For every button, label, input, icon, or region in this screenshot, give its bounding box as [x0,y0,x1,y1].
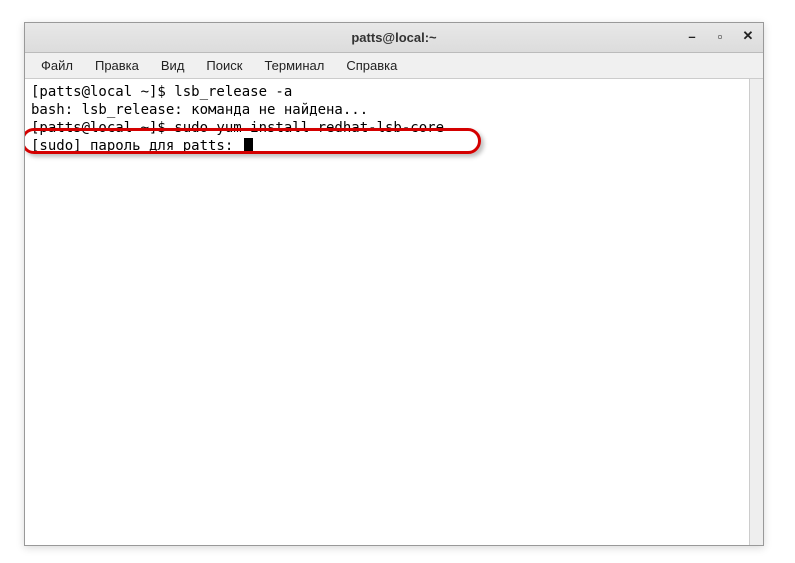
maximize-button[interactable]: ▫ [713,29,727,43]
terminal-line: bash: lsb_release: команда не найдена... [31,101,757,119]
menu-search[interactable]: Поиск [196,55,252,76]
menu-help[interactable]: Справка [336,55,407,76]
close-button[interactable]: ✕ [741,29,755,43]
minimize-button[interactable]: – [685,29,699,43]
terminal-window: patts@local:~ – ▫ ✕ Файл Правка Вид Поис… [24,22,764,546]
titlebar: patts@local:~ – ▫ ✕ [25,23,763,53]
scrollbar[interactable] [749,79,763,545]
terminal-output[interactable]: [patts@local ~]$ lsb_release -a bash: ls… [25,79,763,545]
menu-terminal[interactable]: Терминал [254,55,334,76]
menu-file[interactable]: Файл [31,55,83,76]
terminal-line: [patts@local ~]$ sudo yum install redhat… [31,119,757,137]
menu-edit[interactable]: Правка [85,55,149,76]
terminal-line: [patts@local ~]$ lsb_release -a [31,83,757,101]
menubar: Файл Правка Вид Поиск Терминал Справка [25,53,763,79]
menu-view[interactable]: Вид [151,55,195,76]
cursor-icon [244,138,253,154]
terminal-line: [sudo] пароль для patts: [31,137,757,155]
window-title: patts@local:~ [351,30,436,45]
window-controls: – ▫ ✕ [685,29,755,43]
